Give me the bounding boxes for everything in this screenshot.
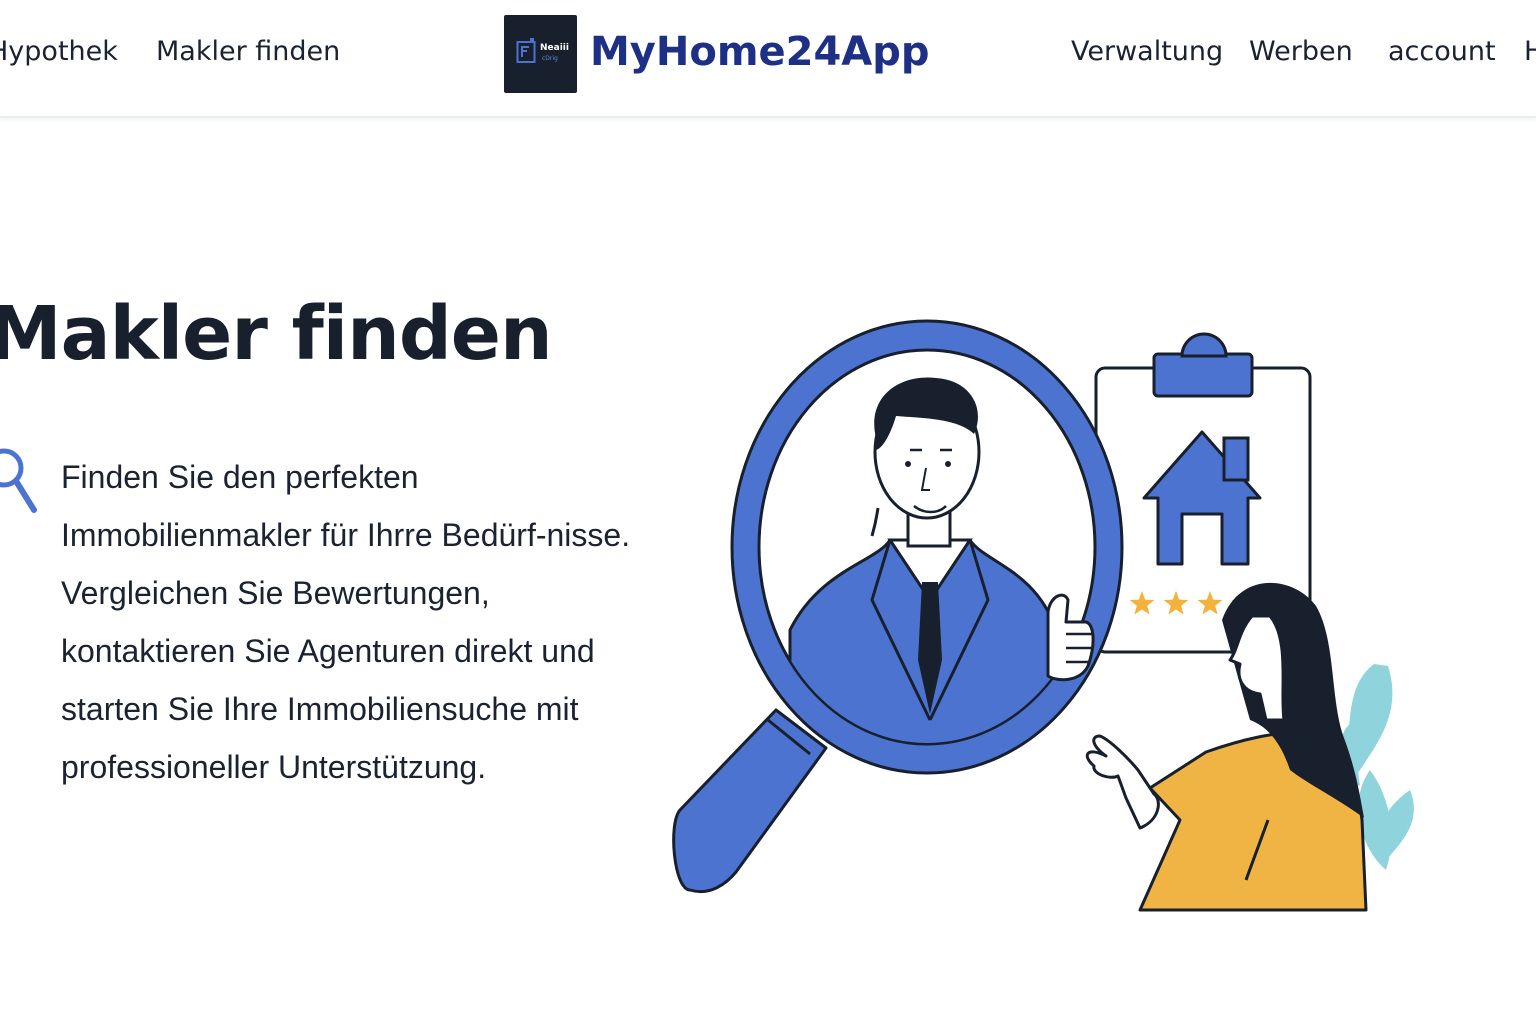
magnifier-handle [672,708,828,893]
search-icon [0,448,37,513]
nav-link-hypothek[interactable]: Hypothek [0,34,118,70]
top-navigation-bar: Hypothek Makler finden Neaiii cDrig MyHo… [0,0,1536,118]
brand-name[interactable]: MyHome24App [590,25,930,79]
nav-link-verwaltung[interactable]: Verwaltung [1071,34,1223,70]
page: Hypothek Makler finden Neaiii cDrig MyHo… [0,0,1536,1024]
logo-wordmark-bottom: cDrig [542,55,558,62]
page-title: Makler finden [0,291,553,377]
nav-link-account[interactable]: account [1388,34,1496,70]
hero-description: Finden Sie den perfekten Immobilienmakle… [61,459,631,785]
nav-link-hilfe[interactable]: Hilfe [1524,34,1536,70]
logo-wordmark-top: Neaiii [540,43,569,53]
logo[interactable]: Neaiii cDrig [504,15,577,93]
nav-link-makler-finden[interactable]: Makler finden [156,34,340,70]
agent-search-illustration [672,319,1414,912]
nav-link-werben[interactable]: Werben [1249,34,1353,70]
house-logo-icon [516,38,536,63]
